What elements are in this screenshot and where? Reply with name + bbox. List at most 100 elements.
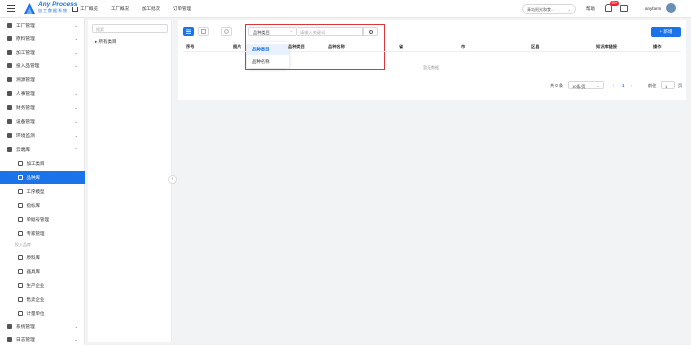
sidebar-sub-process-model[interactable]: 工序模型 (0, 185, 85, 198)
sidebar-item-device[interactable]: 设备管理 ⌄ (0, 115, 85, 128)
shop-icon (18, 297, 23, 302)
device-icon (7, 119, 12, 124)
sidebar-sub-seller[interactable]: 售卖企业 (0, 293, 85, 306)
chevron-down-icon: ⌄ (74, 105, 78, 110)
col-knowledge-link: 知识库链接 (596, 44, 617, 49)
collapse-left-icon[interactable]: ‹ (168, 175, 177, 184)
sidebar-group-label: 投入品库 (15, 242, 31, 247)
tree-search-input[interactable]: 搜索 (92, 24, 168, 33)
tool-icon (18, 269, 23, 274)
settings-button[interactable] (221, 27, 232, 36)
page-number[interactable]: 1 (622, 83, 624, 88)
sidebar-sub-producer[interactable]: 生产企业 (0, 279, 85, 292)
nav-factory-overview[interactable]: 工厂概览 (72, 6, 98, 12)
chevron-down-icon: ⌄ (567, 7, 571, 12)
chevron-down-icon: ⌄ (74, 36, 78, 41)
nav-factory-status[interactable]: 工厂概况 (111, 6, 129, 12)
sidebar-item-factory[interactable]: 工厂管理 ⌄ (0, 19, 85, 32)
sidebar-item-hr[interactable]: 人事管理 ⌄ (0, 87, 85, 100)
link-icon (7, 77, 12, 82)
expert-icon (18, 231, 23, 236)
help-link[interactable]: 帮助 (586, 6, 595, 12)
pagination-total: 共 0 条 (550, 83, 564, 88)
gear-icon (224, 29, 229, 34)
chevron-down-icon: ⌄ (596, 83, 600, 88)
sidebar-item-inputs[interactable]: 投入品管理 ⌄ (0, 59, 85, 72)
sidebar-item-env[interactable]: 环境监测 ⌄ (0, 129, 85, 142)
cross-icon (7, 36, 12, 41)
category-tree-panel: 搜索 ▸ 所有类目 (88, 20, 172, 342)
list-icon (186, 29, 191, 34)
col-city: 市 (461, 44, 466, 49)
home-icon (72, 6, 78, 12)
library-icon (18, 175, 23, 180)
table-header: 序号 图片 品种类目 品种名称 省 市 区县 知识库链接 操作 (183, 43, 681, 52)
sidebar-item-raw[interactable]: 原料管理 ⌄ (0, 32, 85, 45)
notification-badge: 99+ (610, 1, 619, 6)
col-category: 品种类目 (288, 44, 305, 49)
sidebar-sub-variety[interactable]: 品种库 (0, 171, 85, 184)
chevron-down-icon: ⌄ (74, 324, 78, 329)
brand-logo-icon (24, 3, 35, 14)
system-icon (7, 324, 12, 329)
hammer-icon (7, 50, 12, 55)
factory-select[interactable]: 青岛阳光和食... ⌄ (522, 4, 576, 14)
category-icon (18, 161, 23, 166)
sidebar-item-log[interactable]: 日志管理 ⌄ (0, 333, 85, 346)
goto-label: 前往 (648, 83, 657, 88)
chevron-down-icon: ⌄ (74, 23, 78, 28)
chevron-down-icon: ⌄ (74, 63, 78, 68)
sidebar-item-process[interactable]: 加工管理 ⌄ (0, 46, 85, 59)
goto-page-input[interactable]: 1 (661, 81, 675, 89)
measure-icon (18, 311, 23, 316)
col-district: 区县 (531, 44, 540, 49)
flag-icon (18, 203, 23, 208)
sidebar-sub-measure[interactable]: 计量单位 (0, 307, 85, 320)
tree-node-all[interactable]: ▸ 所有类目 (95, 39, 117, 45)
avatar[interactable] (666, 3, 676, 13)
sidebar-sub-expert[interactable]: 专家管理 (0, 227, 85, 240)
sidebar: 工厂管理 ⌄ 原料管理 ⌄ 加工管理 ⌄ 投入品管理 ⌄ 溯源管理 人事管理 ⌄ 财务管理… (0, 18, 85, 345)
sidebar-item-cloud[interactable]: 云端库 ⌃ (0, 143, 85, 156)
menu-icon[interactable] (7, 5, 15, 12)
process-icon (18, 189, 23, 194)
col-image: 图片 (233, 44, 242, 49)
prev-page-icon[interactable]: ‹ (613, 83, 614, 88)
cloud-icon (7, 147, 12, 152)
list-view-button[interactable] (183, 27, 194, 36)
sidebar-sub-category[interactable]: 加工类目 (0, 157, 85, 170)
top-bar: Any Process 加工数据系统 工厂概览 工厂概况 加工批次 订单管理 青… (0, 0, 691, 18)
col-index: 序号 (186, 44, 195, 49)
raw-icon (18, 255, 23, 260)
chevron-down-icon: ⌄ (74, 119, 78, 124)
box-icon (7, 63, 12, 68)
person-icon (7, 91, 12, 96)
main-panel: 品种类目 ⌃ 请输入关键词 品种类目 品种名称 + 新增 序号 图片 品种类目 … (178, 20, 686, 100)
sidebar-item-system[interactable]: 系统管理 ⌄ (0, 320, 85, 333)
doc-icon (18, 217, 23, 222)
add-button[interactable]: + 新增 (651, 27, 681, 37)
page-size-select[interactable]: 10条/页 ⌄ (568, 81, 604, 89)
nav-orders[interactable]: 订单管理 (173, 6, 191, 12)
chevron-down-icon: ⌄ (74, 133, 78, 138)
log-icon (7, 337, 12, 342)
col-province: 省 (399, 44, 404, 49)
chevron-down-icon: ⌄ (74, 91, 78, 96)
grid-icon (201, 29, 206, 34)
factory-icon (18, 283, 23, 288)
col-name: 品种名称 (328, 44, 345, 49)
sidebar-sub-doc-number[interactable]: 单据号管理 (0, 213, 85, 226)
sidebar-sub-tool-lib[interactable]: 器具库 (0, 265, 85, 278)
next-page-icon[interactable]: › (631, 83, 632, 88)
top-nav: 工厂概览 工厂概况 加工批次 订单管理 (72, 6, 204, 12)
username[interactable]: anyfarm (645, 6, 661, 11)
monitor-icon (7, 133, 12, 138)
sidebar-item-finance[interactable]: 财务管理 ⌄ (0, 101, 85, 114)
sidebar-sub-raw-lib[interactable]: 原料库 (0, 251, 85, 264)
message-icon[interactable] (620, 5, 628, 12)
sidebar-item-trace[interactable]: 溯源管理 (0, 73, 85, 86)
col-actions: 操作 (653, 44, 662, 49)
sidebar-sub-indicator[interactable]: 指标库 (0, 199, 85, 212)
nav-batches[interactable]: 加工批次 (142, 6, 160, 12)
grid-view-button[interactable] (198, 27, 209, 36)
